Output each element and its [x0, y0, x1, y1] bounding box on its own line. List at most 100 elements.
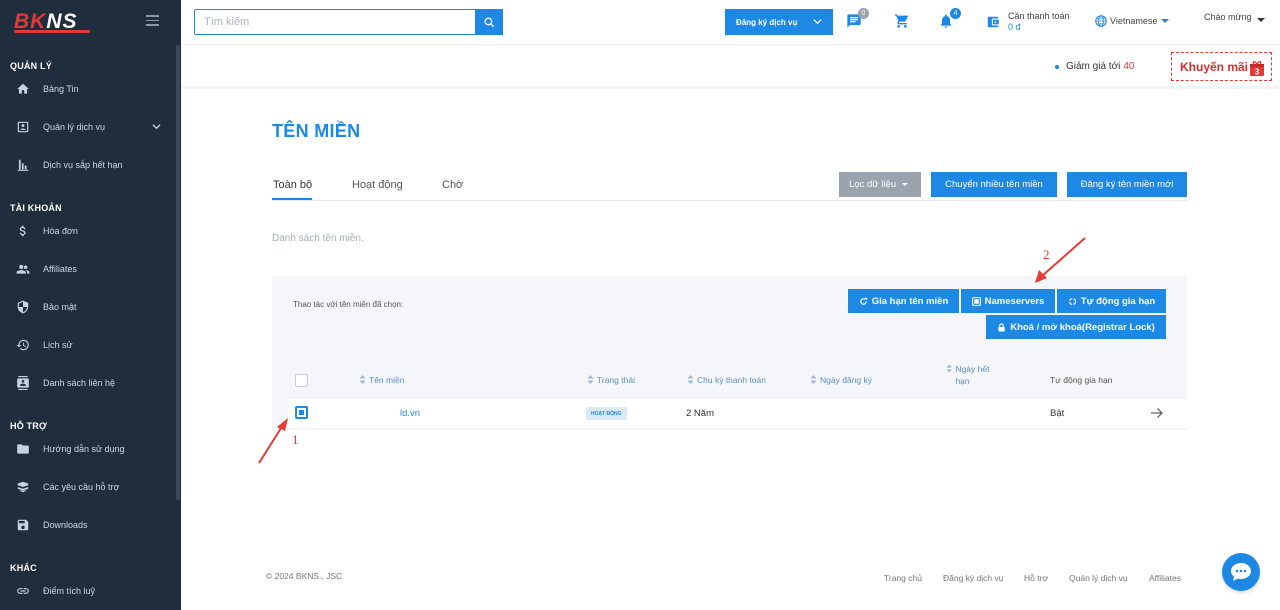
- row-select-checkbox[interactable]: [295, 406, 308, 419]
- sidebar-item-label: Affiliates: [43, 264, 77, 274]
- sort-icon: [687, 375, 694, 384]
- user-menu[interactable]: Chào mừng: [1204, 12, 1265, 22]
- column-header-billing-cycle[interactable]: Chu kỳ thanh toán: [687, 375, 766, 385]
- tab-active[interactable]: Hoạt động: [352, 179, 403, 191]
- language-selector[interactable]: Vietnamese: [1094, 14, 1170, 28]
- page-title: TÊN MIỀN: [272, 121, 361, 141]
- renew-domain-button[interactable]: Gia hạn tên miền: [848, 289, 959, 313]
- auto-renew-button[interactable]: Tự động gia hạn: [1057, 289, 1166, 313]
- sidebar-item-label: Quản lý dịch vụ: [43, 122, 106, 132]
- sidebar-item-label: Hóa đơn: [43, 226, 78, 236]
- folder-icon: [16, 442, 30, 456]
- search-input[interactable]: [195, 10, 475, 34]
- cart-button[interactable]: [894, 13, 910, 29]
- sidebar-item-dashboard[interactable]: Bảng Tin: [0, 76, 176, 102]
- domain-list-description: Danh sách tên miền.: [272, 233, 364, 244]
- sort-icon: [946, 364, 952, 373]
- live-chat-button[interactable]: [1222, 553, 1260, 591]
- sidebar-item-affiliates[interactable]: Affiliates: [0, 256, 176, 282]
- footer-link-home[interactable]: Trang chủ: [884, 573, 922, 583]
- annotation-label-2: 2: [1043, 247, 1050, 262]
- refresh-icon: [859, 297, 867, 305]
- register-domain-button[interactable]: Đăng ký tên miền mới: [1067, 172, 1187, 197]
- save-icon: [16, 518, 30, 532]
- tab-pending[interactable]: Chờ: [442, 179, 463, 191]
- sidebar-scrollbar[interactable]: [176, 45, 180, 500]
- globe-icon: [1095, 15, 1107, 27]
- server-icon: [971, 296, 981, 306]
- footer-copyright: © 2024 BKNS., JSC: [266, 571, 343, 581]
- select-all-checkbox[interactable]: [295, 374, 308, 387]
- status-badge: HOẠT ĐỘNG: [586, 407, 627, 420]
- chevron-down-icon: [813, 19, 822, 25]
- nameservers-label: Nameservers: [984, 295, 1045, 307]
- language-label: Vietnamese: [1110, 16, 1158, 26]
- ticket-icon: [16, 480, 30, 494]
- sidebar-item-loyalty-points[interactable]: Điểm tích luỹ: [0, 578, 176, 604]
- notifications-button[interactable]: 4: [938, 8, 961, 29]
- sidebar-item-user-guide[interactable]: Hướng dẫn sử dụng: [0, 436, 176, 462]
- register-service-label: Đăng ký dịch vụ: [736, 17, 798, 27]
- active-tab-indicator: [272, 198, 312, 200]
- sidebar-item-manage-services[interactable]: Quản lý dịch vụ: [0, 114, 176, 140]
- transfer-domains-button[interactable]: Chuyển nhiều tên miền: [931, 172, 1057, 197]
- sidebar-item-label: Danh sách liên hệ: [43, 378, 116, 388]
- promo-text[interactable]: Giảm giá tới 40: [1055, 61, 1134, 72]
- promotion-button[interactable]: Khuyến mãi 3: [1171, 52, 1272, 81]
- column-header-status[interactable]: Trạng thái: [587, 375, 635, 385]
- register-service-dropdown[interactable]: Đăng ký dịch vụ: [725, 9, 833, 35]
- sidebar-item-label: Downloads: [43, 520, 88, 530]
- column-header-expiry-date[interactable]: Ngày hết hạn: [946, 363, 1002, 387]
- messages-badge: 0: [858, 8, 869, 19]
- registrar-lock-button[interactable]: Khoá / mở khoá(Registrar Lock): [986, 315, 1166, 339]
- sidebar-item-label: Lịch sử: [43, 340, 73, 350]
- search-box: [194, 9, 503, 35]
- id-card-icon: [16, 120, 30, 134]
- arrow-right-icon[interactable]: [1150, 407, 1164, 419]
- lock-icon: [998, 322, 1005, 332]
- footer-link-register-service[interactable]: Đăng ký dịch vụ: [943, 573, 1003, 583]
- column-header-auto-renew: Tự động gia hạn: [1050, 375, 1113, 385]
- auto-renew-cell: Bật: [1050, 408, 1065, 419]
- dollar-icon: [16, 224, 30, 238]
- sidebar-item-invoices[interactable]: Hóa đơn: [0, 218, 176, 244]
- sidebar: BKNS QUẢN LÝ Bảng Tin Quản lý dịch vụ Dị…: [0, 0, 181, 610]
- section-title-other: KHÁC: [10, 563, 37, 573]
- gift-icon: 3: [1250, 61, 1264, 76]
- footer-link-support[interactable]: Hỗ trợ: [1024, 573, 1048, 583]
- sidebar-item-support-tickets[interactable]: Các yêu cầu hỗ trợ: [0, 474, 176, 500]
- filter-data-button[interactable]: Lọc dữ liệu: [839, 172, 921, 197]
- footer-link-manage-services[interactable]: Quản lý dịch vụ: [1069, 573, 1128, 583]
- sidebar-item-label: Bảng Tin: [43, 84, 79, 94]
- wallet-icon: [986, 15, 1000, 29]
- hamburger-menu-icon[interactable]: [146, 15, 159, 26]
- registrar-lock-label: Khoá / mở khoá(Registrar Lock): [1010, 321, 1155, 333]
- domain-name-link[interactable]: ld.vn: [400, 408, 420, 419]
- bulk-actions-label: Thao tác với tên miền đã chọn:: [293, 300, 404, 309]
- renew-domain-label: Gia hạn tên miền: [871, 295, 949, 307]
- nameservers-button[interactable]: Nameservers: [961, 289, 1055, 313]
- section-title-support: HỖ TRỢ: [10, 421, 47, 431]
- link-icon: [16, 584, 30, 598]
- sidebar-item-contacts[interactable]: Danh sách liên hệ: [0, 370, 176, 396]
- payment-value: 0 đ: [1008, 22, 1021, 32]
- column-header-domain[interactable]: Tên miền: [359, 375, 404, 385]
- messages-button[interactable]: 0: [846, 8, 869, 29]
- sidebar-item-label: Bảo mật: [43, 302, 77, 312]
- sidebar-item-label: Dịch vụ sắp hết hạn: [43, 160, 123, 170]
- home-icon: [16, 82, 30, 96]
- sidebar-item-security[interactable]: Bảo mật: [0, 294, 176, 320]
- sidebar-item-history[interactable]: Lịch sử: [0, 332, 176, 358]
- tab-all[interactable]: Toàn bộ: [273, 179, 312, 191]
- footer-link-affiliates[interactable]: Affiliates: [1149, 573, 1181, 583]
- promo-bar: Giảm giá tới 40 Khuyến mãi 3: [181, 45, 1280, 89]
- search-button[interactable]: [475, 9, 503, 35]
- users-icon: [16, 262, 30, 276]
- column-header-registration-date[interactable]: Ngày đăng ký: [810, 375, 872, 385]
- billing-cycle-cell: 2 Năm: [686, 408, 714, 419]
- sidebar-item-label: Các yêu cầu hỗ trợ: [43, 482, 120, 492]
- sidebar-item-expiring-services[interactable]: Dịch vụ sắp hết hạn: [0, 152, 176, 178]
- logo-swoosh: [14, 30, 90, 33]
- sort-icon: [587, 375, 594, 384]
- sidebar-item-downloads[interactable]: Downloads: [0, 512, 176, 538]
